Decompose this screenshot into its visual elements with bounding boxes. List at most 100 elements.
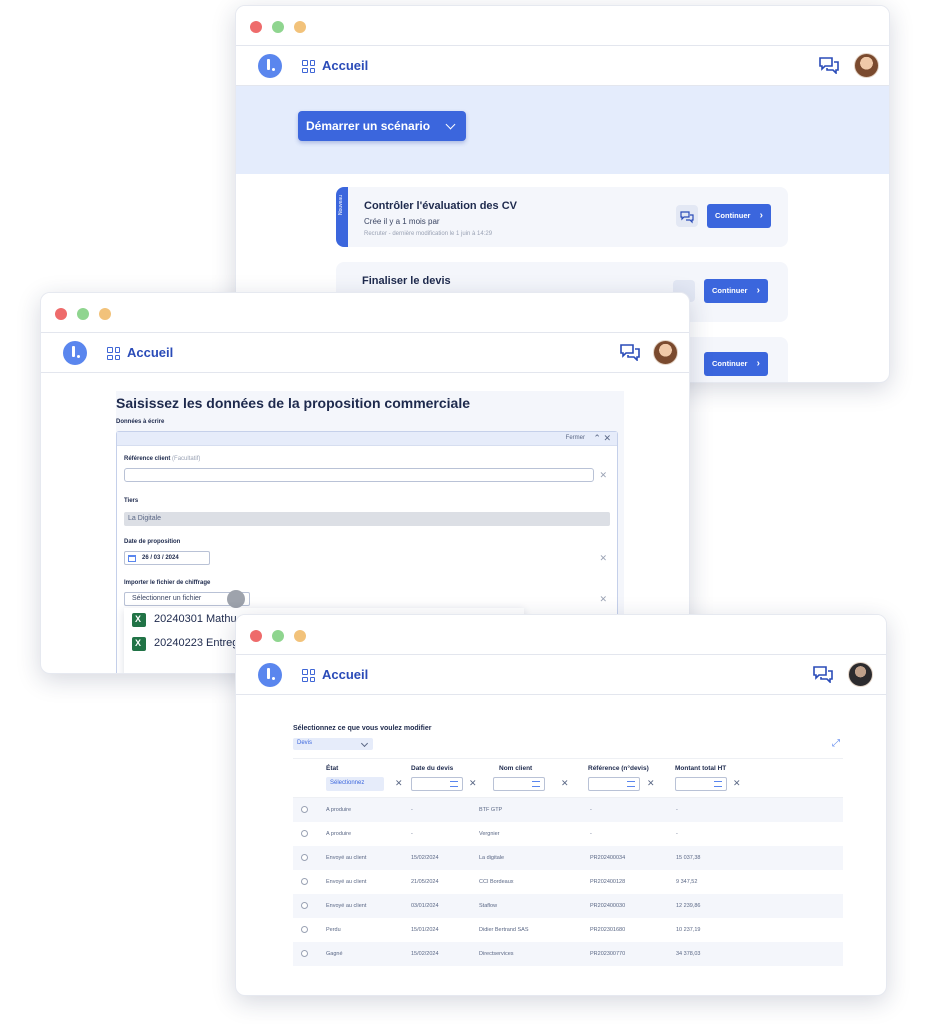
quotes-table: État Sélectionnez ✕ Date du devis ✕ Nom … [293, 758, 843, 966]
table-row[interactable]: Gagné 15/02/2024 Directservices PR202300770… [293, 942, 843, 966]
reference-filter[interactable] [588, 777, 640, 791]
maximize-window-icon[interactable] [272, 630, 284, 642]
type-select[interactable]: Devis [293, 738, 373, 750]
logo-icon[interactable] [63, 341, 87, 365]
title-bar [41, 293, 689, 333]
excel-icon [132, 637, 146, 651]
new-badge: Nouveau [336, 187, 348, 247]
minimize-window-icon[interactable] [294, 21, 306, 33]
table-row[interactable]: Envoyé au client 15/02/2024 La digitale PR2… [293, 846, 843, 870]
row-radio[interactable] [301, 950, 308, 957]
table-cell: 15/01/2024 [411, 927, 439, 933]
date-input[interactable]: 26 / 03 / 2024 [124, 551, 210, 565]
table-cell: - [676, 807, 678, 813]
expand-icon[interactable]: ⤢ [832, 739, 842, 749]
table-cell: CCI Bordeaux [479, 879, 514, 885]
table-row[interactable]: Envoyé au client 03/01/2024 Staflow PR20240… [293, 894, 843, 918]
table-row[interactable]: A produire - BTF GTP - - [293, 798, 843, 822]
table-cell: PR202400030 [590, 903, 626, 909]
minimize-window-icon[interactable] [294, 630, 306, 642]
table-cell: Envoyé au client [326, 879, 367, 885]
chevron-down-icon[interactable] [227, 590, 245, 608]
close-form-button[interactable]: Fermer [566, 435, 585, 441]
clear-icon[interactable]: ✕ [733, 778, 741, 789]
clear-icon[interactable]: ✕ [469, 778, 477, 789]
table-cell: Envoyé au client [326, 855, 367, 861]
page-title[interactable]: Accueil [127, 345, 173, 360]
state-filter[interactable]: Sélectionnez [326, 777, 384, 791]
table-row[interactable]: Envoyé au client 21/05/2024 CCI Bordeaux PR… [293, 870, 843, 894]
continue-button[interactable]: Continuer [704, 279, 768, 303]
row-radio[interactable] [301, 830, 308, 837]
table-header: État Sélectionnez ✕ Date du devis ✕ Nom … [293, 758, 843, 798]
row-radio[interactable] [301, 806, 308, 813]
start-scenario-button[interactable]: Démarrer un scénario [298, 111, 467, 141]
card-title: Finaliser le devis [362, 275, 451, 287]
card-chat-icon[interactable] [676, 205, 698, 227]
chat-icon[interactable] [619, 343, 641, 361]
table-cell: Staflow [479, 903, 498, 909]
page-title[interactable]: Accueil [322, 58, 368, 73]
chat-icon[interactable] [812, 665, 834, 683]
close-icon[interactable]: ⌃ ✕ [593, 433, 611, 444]
date-filter[interactable] [411, 777, 463, 791]
amount-filter[interactable] [675, 777, 727, 791]
client-filter[interactable] [493, 777, 545, 791]
logo-icon[interactable] [258, 663, 282, 687]
clear-icon[interactable]: ✕ [561, 778, 569, 789]
file-item[interactable]: 20240223 Entreg [154, 637, 238, 649]
close-window-icon[interactable] [250, 630, 262, 642]
continue-button[interactable]: Continuer [707, 204, 771, 228]
table-cell: - [590, 807, 592, 813]
page-title[interactable]: Accueil [322, 667, 368, 682]
table-cell: - [676, 831, 678, 837]
continue-button[interactable]: Continuer [704, 352, 768, 376]
table-cell: - [411, 807, 413, 813]
user-avatar[interactable] [653, 340, 678, 365]
clear-icon[interactable]: ✕ [599, 553, 607, 564]
filter-icon [714, 781, 722, 787]
table-cell: Envoyé au client [326, 903, 367, 909]
excel-icon [132, 613, 146, 627]
app-header: Accueil [236, 46, 889, 86]
table-cell: PR202300770 [590, 951, 626, 957]
table-cell: Perdu [326, 927, 341, 933]
title-bar [236, 615, 886, 655]
window-quotes-table: Accueil Sélectionnez ce que vous voulez … [235, 614, 887, 996]
row-radio[interactable] [301, 902, 308, 909]
logo-icon[interactable] [258, 54, 282, 78]
user-avatar[interactable] [854, 53, 879, 78]
grid-icon [302, 60, 315, 73]
calendar-icon [128, 555, 136, 562]
select-file-button[interactable]: Sélectionner un fichier [124, 590, 250, 608]
table-row[interactable]: A produire - Vergnier - - [293, 822, 843, 846]
maximize-window-icon[interactable] [272, 21, 284, 33]
close-window-icon[interactable] [55, 308, 67, 320]
filter-icon [450, 781, 458, 787]
row-radio[interactable] [301, 854, 308, 861]
user-avatar[interactable] [848, 662, 873, 687]
scenario-card[interactable]: Nouveau Contrôler l'évaluation des CV Cr… [336, 187, 788, 247]
clear-icon[interactable]: ✕ [599, 594, 607, 605]
chat-icon[interactable] [818, 56, 840, 74]
table-row[interactable]: Perdu 15/01/2024 Didier Bertrand SAS PR2023… [293, 918, 843, 942]
import-label: Importer le fichier de chiffrage [124, 580, 211, 586]
filter-icon [627, 781, 635, 787]
file-item[interactable]: 20240301 Mathu [154, 613, 237, 625]
scenario-banner: Démarrer un scénario [236, 86, 889, 174]
close-window-icon[interactable] [250, 21, 262, 33]
clear-icon[interactable]: ✕ [599, 470, 607, 481]
minimize-window-icon[interactable] [99, 308, 111, 320]
column-header: Référence (n°devis) [588, 765, 649, 772]
row-radio[interactable] [301, 878, 308, 885]
maximize-window-icon[interactable] [77, 308, 89, 320]
select-label: Sélectionnez ce que vous voulez modifier [293, 725, 432, 732]
row-radio[interactable] [301, 926, 308, 933]
table-cell: Gagné [326, 951, 343, 957]
clear-icon[interactable]: ✕ [395, 778, 403, 789]
chevron-down-icon [445, 119, 456, 130]
app-header: Accueil [41, 333, 689, 373]
clear-icon[interactable]: ✕ [647, 778, 655, 789]
reference-input[interactable] [124, 468, 594, 482]
table-cell: 15/02/2024 [411, 855, 439, 861]
